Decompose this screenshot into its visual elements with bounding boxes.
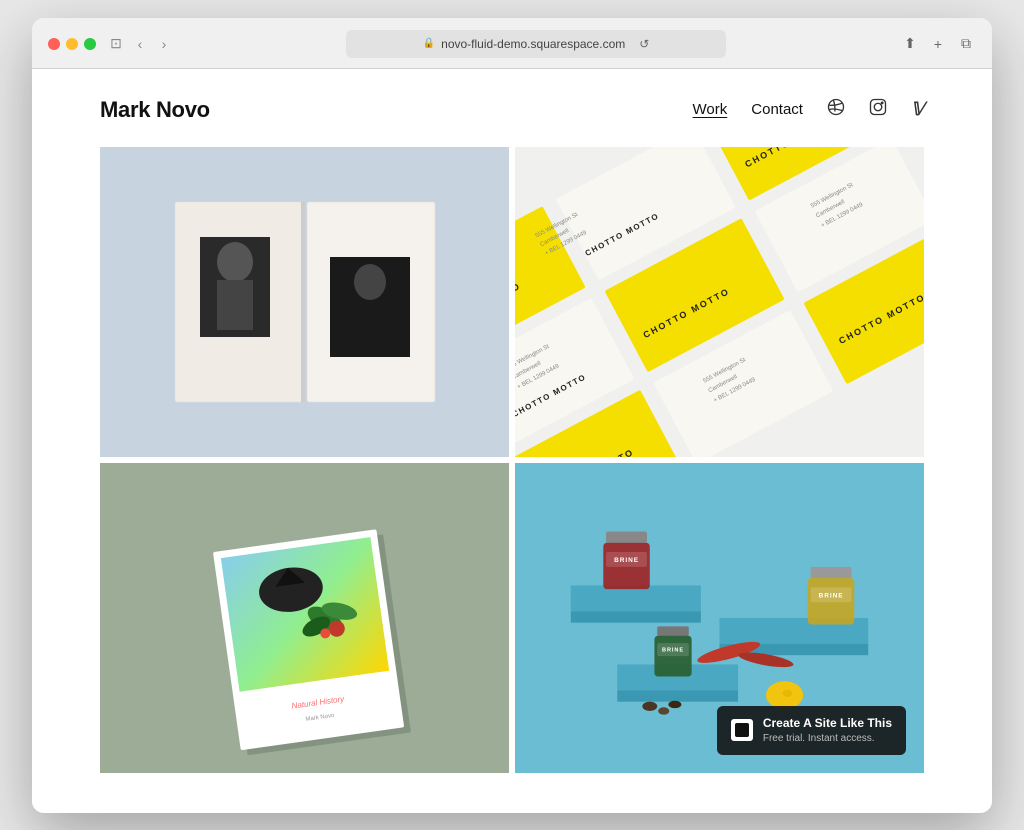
banner-title: Create A Site Like This — [763, 716, 892, 732]
close-button[interactable] — [48, 38, 60, 50]
squarespace-text: Create A Site Like This Free trial. Inst… — [763, 716, 892, 745]
book2-svg: Natural History Mark Novo — [165, 468, 445, 768]
traffic-lights — [48, 38, 96, 50]
site-title: Mark Novo — [100, 97, 210, 123]
site-header: Mark Novo Work Contact — [100, 69, 924, 147]
refresh-icon[interactable]: ↺ — [639, 37, 649, 51]
lock-icon: 🔒 — [423, 38, 435, 49]
maximize-button[interactable] — [84, 38, 96, 50]
browser-actions: ⬆ + ⧉ — [900, 34, 976, 54]
banner-subtitle: Free trial. Instant access. — [763, 732, 892, 745]
address-bar[interactable]: 🔒 novo-fluid-demo.squarespace.com ↺ — [346, 30, 726, 58]
portfolio-item-book-bw[interactable] — [100, 147, 509, 457]
portfolio-grid: CHOTTO MOTTO 555 Wellington St Camberwel… — [100, 147, 924, 773]
nav-work[interactable]: Work — [693, 101, 728, 118]
browser-controls: ⊡ ‹ › — [108, 36, 172, 52]
squarespace-logo — [735, 723, 749, 737]
sidebar-toggle-button[interactable]: ⊡ — [108, 36, 124, 52]
book-svg — [155, 182, 455, 422]
squarespace-icon — [731, 719, 753, 741]
colorful-book-image: Natural History Mark Novo — [100, 463, 509, 773]
portfolio-item-book-colorful[interactable]: Natural History Mark Novo — [100, 463, 509, 773]
nav-contact[interactable]: Contact — [751, 101, 803, 118]
portfolio-item-business-cards[interactable]: CHOTTO MOTTO 555 Wellington St Camberwel… — [515, 147, 924, 457]
minimize-button[interactable] — [66, 38, 78, 50]
site-nav: Work Contact — [693, 98, 924, 121]
copy-button[interactable]: ⧉ — [956, 34, 976, 54]
squarespace-banner[interactable]: Create A Site Like This Free trial. Inst… — [717, 706, 906, 755]
forward-button[interactable]: › — [156, 36, 172, 52]
portfolio-item-brine-jars[interactable]: BRINE BRINE BRINE — [515, 463, 924, 773]
url-text: novo-fluid-demo.squarespace.com — [441, 37, 625, 51]
dribbble-icon[interactable] — [827, 98, 845, 121]
share-button[interactable]: ⬆ — [900, 34, 920, 54]
back-button[interactable]: ‹ — [132, 36, 148, 52]
business-cards-image: CHOTTO MOTTO 555 Wellington St Camberwel… — [515, 147, 924, 457]
svg-text:BRINE: BRINE — [819, 592, 844, 599]
vimeo-icon[interactable]: 𝕍 — [911, 99, 924, 120]
book-bw-image — [100, 147, 509, 457]
instagram-icon[interactable] — [869, 98, 887, 121]
browser-window: ⊡ ‹ › 🔒 novo-fluid-demo.squarespace.com … — [32, 18, 992, 813]
site-content: Mark Novo Work Contact — [32, 69, 992, 813]
browser-chrome: ⊡ ‹ › 🔒 novo-fluid-demo.squarespace.com … — [32, 18, 992, 69]
svg-text:BRINE: BRINE — [614, 557, 639, 564]
new-tab-button[interactable]: + — [928, 34, 948, 54]
svg-text:BRINE: BRINE — [662, 647, 684, 653]
cards-svg: CHOTTO MOTTO 555 Wellington St Camberwel… — [515, 147, 924, 457]
